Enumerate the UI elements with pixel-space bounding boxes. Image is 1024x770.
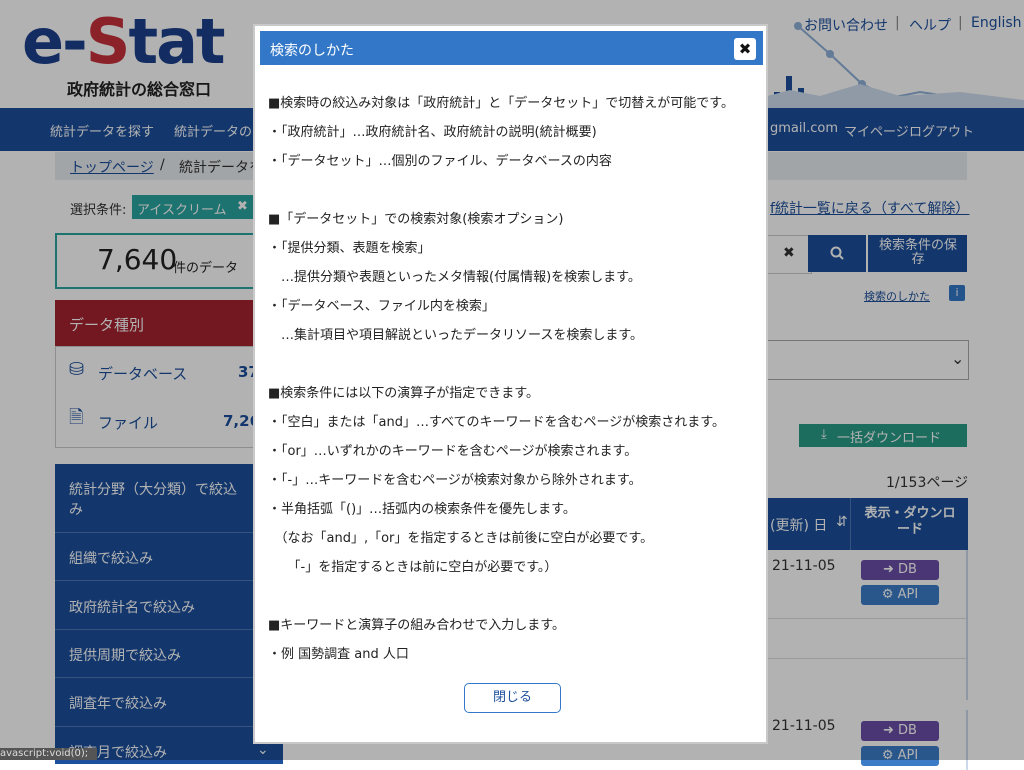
help-text-line: ・「-」…キーワードを含むページが検索対象から除外されます。 bbox=[268, 473, 642, 488]
help-text-line: ・例 国勢調査 and 人口 bbox=[268, 647, 409, 662]
help-text-line: ■キーワードと演算子の組み合わせで入力します。 bbox=[268, 618, 565, 633]
modal-title: 検索のしかた bbox=[270, 43, 354, 59]
help-text-line: ・「データベース、ファイル内を検索」 bbox=[268, 299, 495, 314]
help-text-line: （なお「and」,「or」を指定するときは前後に空白が必要です。 bbox=[268, 531, 654, 546]
close-button[interactable]: 閉じる bbox=[464, 683, 561, 713]
help-text-line: ・半角括弧「()」…括弧内の検索条件を優先します。 bbox=[268, 502, 576, 517]
modal-header: 検索のしかた ✖ bbox=[260, 31, 763, 65]
help-text-line: ・「データセット」…個別のファイル、データベースの内容 bbox=[268, 154, 612, 169]
help-text-line: ・「or」…いずれかのキーワードを含むページが検索されます。 bbox=[268, 444, 638, 459]
help-text-line: ■検索条件には以下の演算子が指定できます。 bbox=[268, 386, 539, 401]
help-text-line: …提供分類や表題といったメタ情報(付属情報)を検索します。 bbox=[268, 270, 641, 285]
close-icon[interactable]: ✖ bbox=[734, 38, 756, 60]
help-text-line: …集計項目や項目解説といったデータリソースを検索します。 bbox=[268, 328, 644, 343]
help-text-line: ・「政府統計」…政府統計名、政府統計の説明(統計概要) bbox=[268, 125, 597, 140]
help-text-line: ・「提供分類、表題を検索」 bbox=[268, 241, 431, 256]
search-help-modal: 検索のしかた ✖ ■検索時の絞込み対象は「政府統計」と「データセット」で切替えが… bbox=[253, 24, 768, 744]
help-text-line: ■「データセット」での検索対象(検索オプション) bbox=[268, 212, 564, 227]
help-text-line: 「-」を指定するときは前に空白が必要です。） bbox=[268, 560, 558, 575]
status-bar-tooltip: avascript:void(0); bbox=[0, 748, 97, 760]
help-text-line: ・「空白」または「and」…すべてのキーワードを含むページが検索されます。 bbox=[268, 415, 725, 430]
help-text-line: ■検索時の絞込み対象は「政府統計」と「データセット」で切替えが可能です。 bbox=[268, 96, 734, 111]
